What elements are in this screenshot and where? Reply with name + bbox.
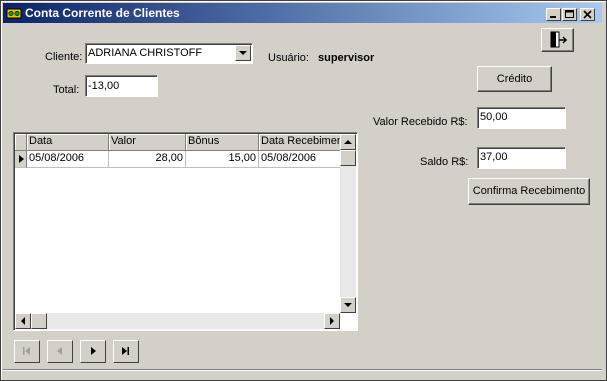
first-record-icon — [23, 347, 30, 355]
saldo-label: Saldo R$: — [420, 156, 469, 168]
saldo-field[interactable]: 37,00 — [477, 147, 566, 169]
column-header-data-recebimento[interactable]: Data Recebimento — [259, 134, 341, 151]
total-value: -13,00 — [88, 80, 120, 92]
scroll-right-button[interactable] — [324, 313, 340, 329]
first-record-button[interactable] — [14, 340, 40, 363]
valor-recebido-field[interactable]: 50,00 — [477, 107, 566, 129]
last-record-button[interactable] — [113, 340, 139, 363]
row-indicator[interactable] — [15, 151, 27, 168]
minimize-button[interactable] — [546, 8, 561, 21]
arrow-right-icon — [330, 317, 334, 325]
table-cell-valor[interactable]: 28,00 — [109, 151, 186, 168]
confirma-recebimento-button[interactable]: Confirma Recebimento — [468, 178, 590, 205]
chevron-down-icon — [239, 51, 247, 55]
maximize-icon — [565, 10, 574, 18]
prior-record-icon — [57, 347, 62, 355]
usuario-value: supervisor — [318, 52, 375, 64]
data-grid[interactable]: Data Valor Bônus Data Recebimento 05/08/… — [13, 132, 358, 331]
scroll-left-button[interactable] — [15, 313, 31, 329]
grid-indicator-header — [15, 134, 27, 151]
next-record-icon — [91, 347, 96, 355]
close-icon — [583, 10, 592, 19]
app-icon — [6, 8, 22, 19]
column-header-valor[interactable]: Valor — [109, 134, 186, 151]
total-label: Total: — [53, 84, 80, 96]
window-title: Conta Corrente de Clientes — [25, 6, 180, 20]
column-header-data[interactable]: Data — [27, 134, 109, 151]
valor-recebido-value: 50,00 — [480, 111, 508, 123]
credito-button[interactable]: Crédito — [477, 66, 552, 92]
main-window: Conta Corrente de Clientes Cliente: ADRI… — [0, 0, 607, 381]
exit-door-icon — [550, 31, 568, 48]
arrow-left-icon — [21, 317, 25, 325]
cliente-dropdown-button[interactable] — [235, 45, 251, 61]
usuario-label: Usuário: — [268, 52, 309, 64]
table-cell-bonus[interactable]: 15,00 — [186, 151, 259, 168]
cliente-value: ADRIANA CHRISTOFF — [88, 47, 203, 59]
vertical-scrollbar[interactable] — [340, 134, 356, 313]
scroll-down-button[interactable] — [340, 297, 356, 313]
saldo-value: 37,00 — [480, 151, 508, 163]
arrow-down-icon — [344, 303, 352, 307]
status-bar — [3, 369, 602, 379]
horizontal-scroll-thumb[interactable] — [31, 313, 47, 329]
horizontal-scrollbar[interactable] — [15, 313, 340, 329]
close-button[interactable] — [580, 8, 595, 21]
last-record-icon — [122, 347, 129, 355]
maximize-button[interactable] — [562, 8, 577, 21]
valor-recebido-label: Valor Recebido R$: — [373, 116, 468, 128]
column-header-bonus[interactable]: Bônus — [186, 134, 259, 151]
table-cell-data-recebimento[interactable]: 05/08/2006 — [259, 151, 341, 168]
vertical-scroll-thumb[interactable] — [340, 150, 356, 166]
cliente-label: Cliente: — [45, 51, 83, 63]
current-row-arrow-icon — [19, 155, 24, 163]
minimize-icon — [550, 16, 556, 18]
title-bar[interactable]: Conta Corrente de Clientes — [3, 3, 602, 23]
prior-record-button[interactable] — [47, 340, 73, 363]
table-cell-data[interactable]: 05/08/2006 — [27, 151, 109, 168]
exit-button[interactable] — [541, 28, 574, 52]
total-field[interactable]: -13,00 — [85, 75, 158, 97]
next-record-button[interactable] — [80, 340, 106, 363]
arrow-up-icon — [344, 140, 352, 144]
cliente-combobox[interactable]: ADRIANA CHRISTOFF — [85, 43, 253, 64]
scroll-up-button[interactable] — [340, 134, 356, 150]
